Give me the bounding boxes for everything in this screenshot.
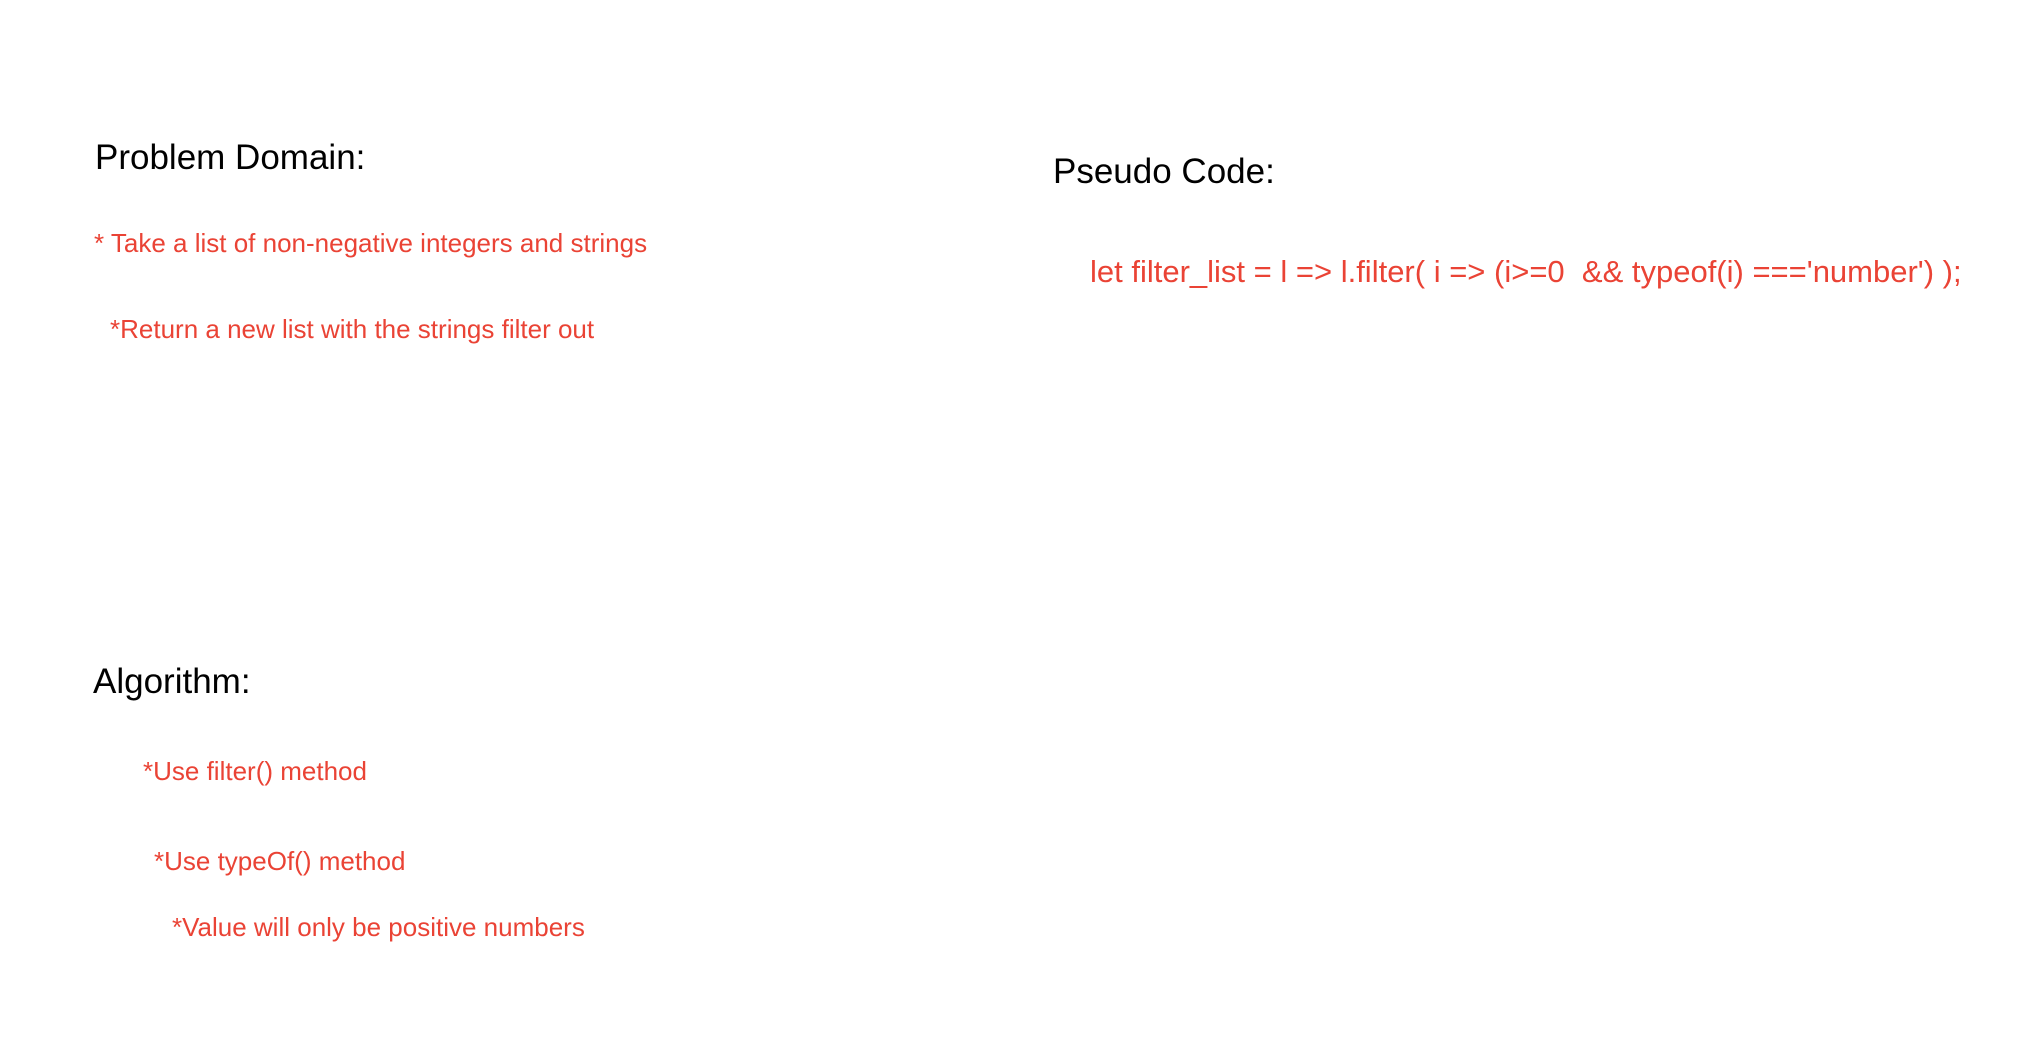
whiteboard-canvas: { "colors": { "heading": "#000000", "not…: [0, 0, 2040, 1061]
pseudo-code-line: let filter_list = l => l.filter( i => (i…: [1090, 254, 1962, 289]
pseudo-code-title: Pseudo Code:: [1053, 152, 1275, 191]
problem-domain-title: Problem Domain:: [95, 138, 366, 177]
algorithm-item: *Use filter() method: [143, 756, 367, 786]
algorithm-item: *Use typeOf() method: [154, 846, 406, 876]
problem-domain-item: * Take a list of non-negative integers a…: [94, 228, 648, 258]
problem-domain-item: *Return a new list with the strings filt…: [110, 314, 595, 344]
algorithm-title: Algorithm:: [93, 662, 251, 701]
algorithm-item: *Value will only be positive numbers: [172, 912, 585, 942]
